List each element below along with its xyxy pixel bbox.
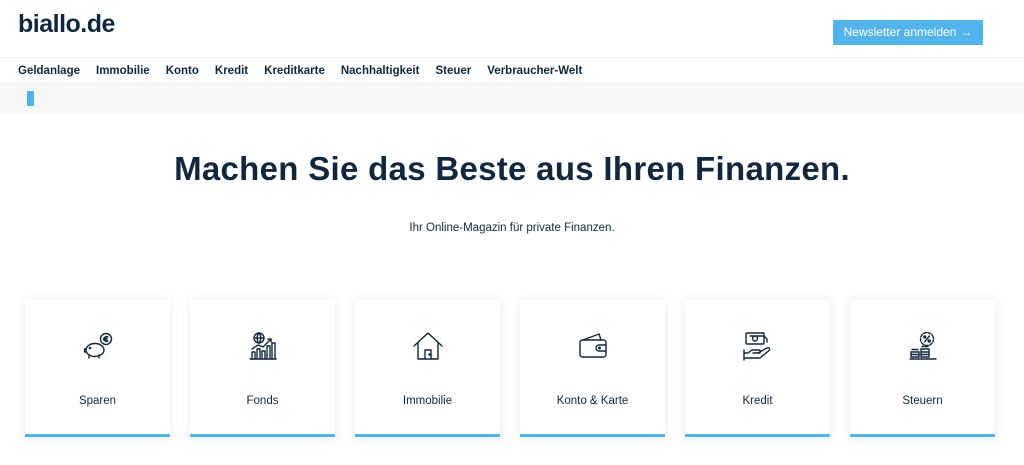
hero-title: Machen Sie das Beste aus Ihren Finanzen. <box>174 150 850 187</box>
card-label: Fonds <box>246 395 279 407</box>
card-accent-bar <box>850 434 995 437</box>
ticker-bar <box>0 82 1024 114</box>
card-accent-bar <box>25 434 170 437</box>
nav-item-kredit[interactable]: Kredit <box>215 62 248 80</box>
coins-percent-icon <box>907 330 939 362</box>
newsletter-button[interactable]: Newsletter anmelden → <box>833 20 983 45</box>
card-konto-karte[interactable]: Konto & Karte <box>520 300 665 437</box>
category-cards: Sparen Fonds Immobilie Konto & Karte Kre… <box>25 300 998 440</box>
card-label: Immobilie <box>402 395 453 407</box>
card-label: Konto & Karte <box>556 395 629 407</box>
card-label: Kredit <box>742 395 773 407</box>
card-accent-bar <box>520 434 665 437</box>
card-label: Steuern <box>902 395 943 407</box>
nav-item-immobilie[interactable]: Immobilie <box>96 62 150 80</box>
card-accent-bar <box>685 434 830 437</box>
nav-item-geldanlage[interactable]: Geldanlage <box>18 62 80 80</box>
card-kredit[interactable]: Kredit <box>685 300 830 437</box>
card-sparen[interactable]: Sparen <box>25 300 170 437</box>
nav-item-konto[interactable]: Konto <box>166 62 199 80</box>
site-header: biallo.de Newsletter anmelden → <box>0 0 1024 58</box>
ticker-marker <box>27 91 34 106</box>
nav-item-verbraucher-welt[interactable]: Verbraucher-Welt <box>487 62 582 80</box>
card-fonds[interactable]: Fonds <box>190 300 335 437</box>
hero-subtitle: Ihr Online-Magazin für private Finanzen. <box>409 222 615 234</box>
chart-globe-icon <box>247 330 279 362</box>
main-nav: Geldanlage Immobilie Konto Kredit Kredit… <box>18 62 598 80</box>
card-immobilie[interactable]: Immobilie <box>355 300 500 437</box>
card-steuern[interactable]: Steuern <box>850 300 995 437</box>
card-accent-bar <box>355 434 500 437</box>
card-accent-bar <box>190 434 335 437</box>
card-label: Sparen <box>78 395 117 407</box>
nav-item-kreditkarte[interactable]: Kreditkarte <box>264 62 325 80</box>
house-icon <box>412 330 444 362</box>
wallet-icon <box>577 330 609 362</box>
piggy-bank-icon <box>82 330 114 362</box>
nav-item-nachhaltigkeit[interactable]: Nachhaltigkeit <box>341 62 420 80</box>
arrow-right-icon: → <box>960 25 973 39</box>
hand-money-icon <box>742 330 774 362</box>
site-logo[interactable]: biallo.de <box>18 7 115 41</box>
nav-item-steuer[interactable]: Steuer <box>435 62 471 80</box>
newsletter-button-label: Newsletter anmelden <box>843 25 957 39</box>
